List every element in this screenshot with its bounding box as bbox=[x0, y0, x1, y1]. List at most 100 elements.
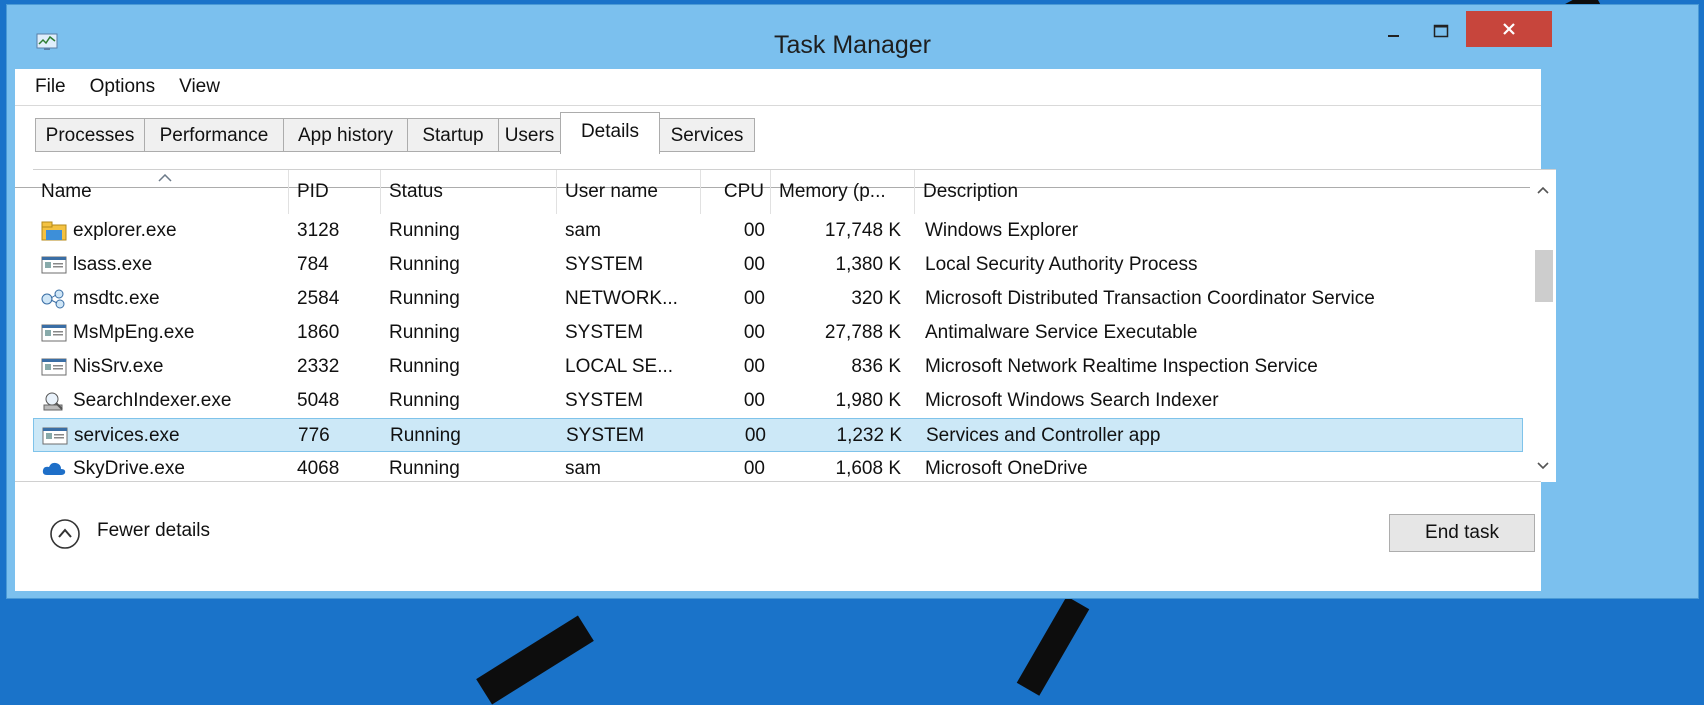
chevron-up-circle-icon[interactable] bbox=[49, 518, 81, 550]
column-header-label: Memory (p... bbox=[779, 181, 886, 202]
column-header-memory[interactable]: Memory (p... bbox=[771, 170, 915, 214]
column-header-label: Status bbox=[389, 181, 443, 202]
cell-memory: 1,380 K bbox=[835, 254, 902, 275]
scroll-thumb[interactable] bbox=[1535, 250, 1553, 302]
cell-user-name: LOCAL SE... bbox=[565, 356, 674, 377]
tab-details[interactable]: Details bbox=[560, 112, 660, 154]
fewer-details-link[interactable]: Fewer details bbox=[97, 520, 210, 542]
cell-name: SearchIndexer.exe bbox=[73, 390, 232, 411]
menu-view[interactable]: View bbox=[167, 69, 232, 105]
end-task-button[interactable]: End task bbox=[1389, 514, 1535, 552]
client-area: File Options View Processes Performance … bbox=[15, 69, 1556, 592]
window-app-icon bbox=[41, 323, 67, 343]
maximize-button[interactable] bbox=[1421, 11, 1461, 51]
maximize-icon bbox=[1433, 24, 1449, 38]
table-row[interactable]: lsass.exe 784 Running SYSTEM 00 1,380 K Local … bbox=[33, 248, 1523, 282]
cell-description: Services and Controller app bbox=[926, 425, 1161, 446]
window-app-icon bbox=[41, 357, 67, 377]
column-header-user-name[interactable]: User name bbox=[557, 170, 701, 214]
cell-status: Running bbox=[389, 254, 460, 275]
cell-status: Running bbox=[389, 356, 460, 377]
tab-startup[interactable]: Startup bbox=[407, 118, 499, 152]
cell-description: Microsoft Distributed Transaction Coordi… bbox=[925, 288, 1375, 309]
cell-pid: 2332 bbox=[297, 356, 340, 377]
scroll-up-arrow-icon[interactable] bbox=[1535, 184, 1551, 196]
task-manager-window: Task Manager File Options View Processes… bbox=[6, 4, 1699, 599]
column-header-status[interactable]: Status bbox=[381, 170, 557, 214]
cell-pid: 3128 bbox=[297, 220, 340, 241]
cell-status: Running bbox=[389, 288, 460, 309]
cell-memory: 27,788 K bbox=[824, 322, 901, 343]
window-app-icon bbox=[41, 255, 67, 275]
cell-description: Antimalware Service Executable bbox=[925, 322, 1198, 343]
column-header-cpu[interactable]: CPU bbox=[701, 170, 771, 214]
cell-user-name: SYSTEM bbox=[565, 322, 644, 343]
cell-description: Windows Explorer bbox=[925, 220, 1079, 241]
cell-status: Running bbox=[390, 425, 461, 446]
cell-cpu: 00 bbox=[743, 254, 765, 275]
footer: Fewer details End task bbox=[15, 481, 1541, 592]
minimize-button[interactable] bbox=[1376, 11, 1412, 51]
scroll-down-arrow-icon[interactable] bbox=[1535, 460, 1551, 472]
cell-user-name: SYSTEM bbox=[565, 254, 644, 275]
cell-memory: 1,232 K bbox=[836, 425, 903, 446]
cell-cpu: 00 bbox=[743, 390, 765, 411]
cell-user-name: NETWORK... bbox=[565, 288, 678, 309]
window-app-icon bbox=[42, 426, 68, 446]
cell-name: MsMpEng.exe bbox=[73, 322, 195, 343]
desktop-wallpaper-stripe bbox=[1016, 596, 1090, 696]
cell-pid: 1860 bbox=[297, 322, 340, 343]
minimize-icon bbox=[1388, 35, 1399, 37]
cell-status: Running bbox=[389, 220, 460, 241]
cell-description: Local Security Authority Process bbox=[925, 254, 1198, 275]
table-row[interactable]: services.exe 776 Running SYSTEM 00 1,232 K Ser… bbox=[33, 418, 1523, 452]
column-header-pid[interactable]: PID bbox=[289, 170, 381, 214]
desktop-wallpaper-stripe bbox=[476, 615, 594, 705]
column-header-description[interactable]: Description bbox=[915, 170, 1530, 214]
tab-app-history[interactable]: App history bbox=[283, 118, 408, 152]
column-header-name[interactable]: Name bbox=[33, 170, 289, 214]
title-bar[interactable]: Task Manager bbox=[7, 5, 1698, 69]
cell-description: Microsoft Network Realtime Inspection Se… bbox=[925, 356, 1318, 377]
column-header-label: User name bbox=[565, 181, 658, 202]
column-header-label: Description bbox=[923, 181, 1019, 202]
table-row[interactable]: SearchIndexer.exe 5048 Running SYSTEM 00 1,98… bbox=[33, 384, 1523, 418]
details-table: Name PID Status User name CPU Memory (p.… bbox=[33, 169, 1556, 482]
tab-processes[interactable]: Processes bbox=[35, 118, 145, 152]
cell-name: explorer.exe bbox=[73, 220, 177, 241]
cell-pid: 776 bbox=[298, 425, 330, 446]
vertical-scrollbar[interactable] bbox=[1530, 170, 1556, 482]
search-indexer-icon bbox=[41, 391, 67, 411]
cell-status: Running bbox=[389, 322, 460, 343]
close-button[interactable] bbox=[1466, 11, 1552, 47]
column-header-label: CPU bbox=[723, 181, 764, 202]
cell-status: Running bbox=[389, 390, 460, 411]
sort-ascending-icon bbox=[158, 174, 172, 182]
cell-pid: 5048 bbox=[297, 390, 340, 411]
tab-performance[interactable]: Performance bbox=[144, 118, 284, 152]
cell-user-name: sam bbox=[565, 220, 601, 241]
cell-cpu: 00 bbox=[743, 220, 765, 241]
cell-description: Microsoft Windows Search Indexer bbox=[925, 390, 1219, 411]
table-row[interactable]: NisSrv.exe 2332 Running LOCAL SE... 00 836 K M… bbox=[33, 350, 1523, 384]
cell-name: services.exe bbox=[74, 425, 180, 446]
table-row[interactable]: explorer.exe 3128 Running sam 00 17,748 K Wind… bbox=[33, 214, 1523, 248]
tab-users[interactable]: Users bbox=[498, 118, 561, 152]
cell-cpu: 00 bbox=[743, 288, 765, 309]
menu-options[interactable]: Options bbox=[78, 69, 167, 105]
tab-strip: Processes Performance App history Startu… bbox=[15, 105, 1541, 188]
tab-services[interactable]: Services bbox=[659, 118, 755, 152]
table-row[interactable]: msdtc.exe 2584 Running NETWORK... 00 320 K Mic… bbox=[33, 282, 1523, 316]
network-nodes-icon bbox=[41, 289, 67, 309]
cloud-icon bbox=[41, 459, 67, 479]
menu-bar: File Options View bbox=[15, 69, 1541, 105]
cell-cpu: 00 bbox=[744, 425, 766, 446]
table-row[interactable]: MsMpEng.exe 1860 Running SYSTEM 00 27,788 K An… bbox=[33, 316, 1523, 350]
menu-file[interactable]: File bbox=[15, 69, 78, 105]
cell-user-name: SYSTEM bbox=[565, 390, 644, 411]
cell-memory: 320 K bbox=[851, 288, 901, 309]
cell-name: lsass.exe bbox=[73, 254, 153, 275]
cell-cpu: 00 bbox=[743, 356, 765, 377]
cell-name: msdtc.exe bbox=[73, 288, 160, 309]
cell-name: NisSrv.exe bbox=[73, 356, 164, 377]
